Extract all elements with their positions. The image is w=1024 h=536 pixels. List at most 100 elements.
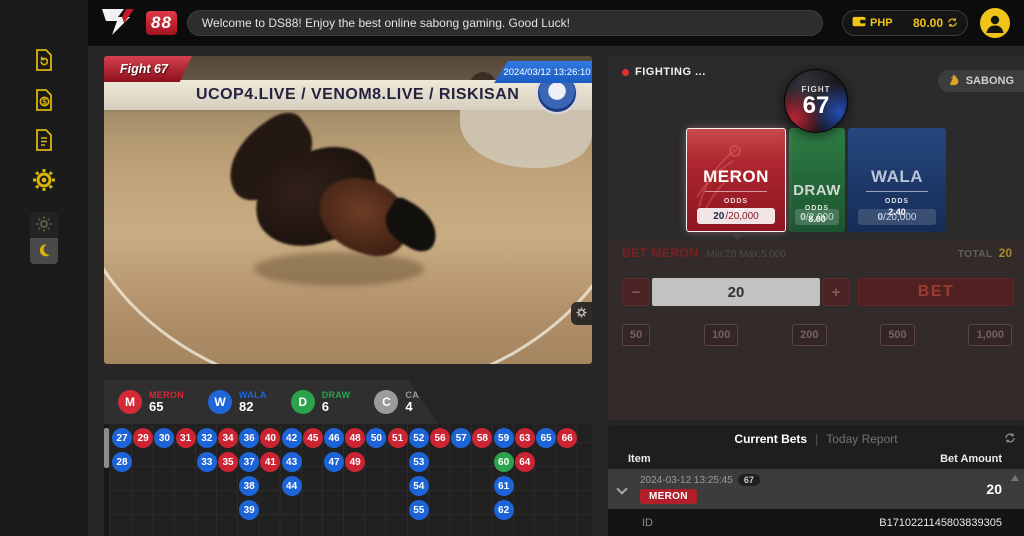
- bets-header: Current Bets | Today Report: [608, 425, 1024, 449]
- result-dot: 66: [557, 428, 577, 448]
- scroll-up-arrow[interactable]: [1011, 475, 1019, 481]
- column-item: Item: [628, 453, 651, 465]
- ds-logo-mark: [100, 5, 152, 42]
- wala-title: WALA: [848, 167, 946, 187]
- provider-badge[interactable]: SABONG: [938, 70, 1024, 92]
- result-dot: 44: [282, 476, 302, 496]
- quick-amount-button[interactable]: 100: [704, 324, 738, 346]
- wala-bet-card[interactable]: WALA ODDS 2.40 0/20,000: [848, 128, 946, 232]
- fight-number: 67: [803, 94, 830, 118]
- quick-amount-button[interactable]: 50: [622, 324, 650, 346]
- settings-icon: [32, 168, 56, 195]
- chevron-down-icon: [616, 483, 627, 494]
- total-label: TOTAL: [958, 249, 993, 260]
- result-dot: 62: [494, 500, 514, 520]
- result-dot: 52: [409, 428, 429, 448]
- bet-side-label: BET MERON: [622, 246, 699, 260]
- dark-mode-button[interactable]: [30, 238, 58, 264]
- result-dot: 35: [218, 452, 238, 472]
- result-count: 4: [405, 400, 444, 414]
- quick-amount-button[interactable]: 200: [792, 324, 826, 346]
- provider-label: SABONG: [966, 75, 1014, 87]
- sidebar-item-bet-history[interactable]: [29, 46, 59, 76]
- wala-pool: 0/20,000: [858, 209, 936, 225]
- bet-row-time: 2024-03-12 13:25:45 67: [640, 474, 760, 486]
- video-settings-button[interactable]: [571, 302, 592, 325]
- result-summary-item: CCANCEL4: [374, 390, 444, 414]
- result-dot: 53: [409, 452, 429, 472]
- person-icon: [982, 11, 1008, 38]
- result-dot: 51: [388, 428, 408, 448]
- tab-separator: |: [815, 432, 818, 446]
- result-dot: 46: [324, 428, 344, 448]
- sidebar-item-settings[interactable]: [29, 166, 59, 196]
- bet-row[interactable]: 2024-03-12 13:25:45 67 MERON 20: [608, 469, 1024, 509]
- amount-stepper: − + BET: [622, 278, 1014, 306]
- result-summary-item: DDRAW6: [291, 390, 351, 414]
- result-dot: 39: [239, 500, 259, 520]
- result-count: 6: [322, 400, 351, 414]
- result-dot: 45: [303, 428, 323, 448]
- meron-odds-label: ODDS: [687, 198, 785, 205]
- quick-amount-button[interactable]: 1,000: [968, 324, 1012, 346]
- sun-icon: [35, 215, 53, 236]
- meron-bet-card[interactable]: MERON ODDS 1.62 20/20,000: [686, 128, 786, 232]
- selected-card-pointer: [730, 232, 746, 240]
- video-gear-icon: [576, 306, 587, 321]
- result-dot: 57: [451, 428, 471, 448]
- bet-limits: Min:20 Max:5,000: [707, 249, 787, 260]
- status-dot-icon: [622, 69, 629, 76]
- balance-pill[interactable]: PHP 80.00: [842, 10, 968, 36]
- result-dot: 55: [409, 500, 429, 520]
- welcome-banner: Welcome to DS88! Enjoy the best online s…: [187, 10, 823, 36]
- bet-side-chip: MERON: [640, 489, 697, 504]
- draw-pool: 0/2,000: [795, 209, 840, 225]
- increase-amount-button[interactable]: +: [822, 278, 850, 306]
- tab-current-bets[interactable]: Current Bets: [734, 432, 807, 446]
- meron-wager: 20: [713, 211, 724, 222]
- results-grid-area: 2728293031323334353637383940414243444546…: [104, 424, 592, 536]
- refresh-bets-button[interactable]: [1004, 432, 1016, 447]
- result-summary-item: WWALA82: [208, 390, 267, 414]
- result-dot: 27: [112, 428, 132, 448]
- result-dot: 54: [409, 476, 429, 496]
- result-dot: 37: [239, 452, 259, 472]
- refresh-icon: [947, 16, 958, 31]
- tab-today-report[interactable]: Today Report: [826, 432, 897, 446]
- result-dot: 64: [515, 452, 535, 472]
- rules-icon: [32, 128, 56, 155]
- result-summary-item: MMERON65: [118, 390, 184, 414]
- refresh-balance-button[interactable]: [947, 16, 958, 31]
- result-count: 65: [149, 400, 184, 414]
- current-bets-panel: Current Bets | Today Report Item Bet Amo…: [608, 425, 1024, 536]
- meron-pool-max: /20,000: [725, 211, 758, 222]
- result-dot: 38: [239, 476, 259, 496]
- live-video-player[interactable]: UCOP4.LIVE / VENOM8.LIVE / RISKISAN Figh…: [104, 56, 592, 364]
- bets-column-headers: Item Bet Amount: [608, 449, 1024, 469]
- result-dot: 34: [218, 428, 238, 448]
- place-bet-button[interactable]: BET: [858, 278, 1014, 306]
- decrease-amount-button[interactable]: −: [622, 278, 650, 306]
- user-avatar[interactable]: [980, 8, 1010, 38]
- result-dot: 49: [345, 452, 365, 472]
- quick-amount-button[interactable]: 500: [880, 324, 914, 346]
- ds88-logo[interactable]: 88: [100, 5, 177, 42]
- balance-value: 80.00: [913, 16, 943, 30]
- result-dot: 40: [260, 428, 280, 448]
- bet-cards-row: MERON ODDS 1.62 20/20,000 DRAW ODDS 8.00…: [608, 128, 1024, 232]
- divider: [705, 191, 767, 192]
- sidebar-item-rules[interactable]: [29, 126, 59, 156]
- draw-title: DRAW: [789, 182, 845, 199]
- bet-history-icon: [32, 48, 56, 75]
- rooster-shadow: [254, 252, 424, 286]
- result-letter-circle: W: [208, 390, 232, 414]
- bet-info-row: BET MERON Min:20 Max:5,000 TOTAL 20: [622, 246, 1012, 260]
- light-mode-button[interactable]: [30, 212, 58, 238]
- sidebar-item-cash-report[interactable]: $: [29, 86, 59, 116]
- result-count: 82: [239, 400, 267, 414]
- grid-scrollbar-thumb[interactable]: [104, 428, 109, 468]
- svg-text:$: $: [42, 97, 47, 106]
- bet-amount-input[interactable]: [652, 278, 820, 306]
- result-letter-circle: D: [291, 390, 315, 414]
- draw-bet-card[interactable]: DRAW ODDS 8.00 0/2,000: [789, 128, 845, 232]
